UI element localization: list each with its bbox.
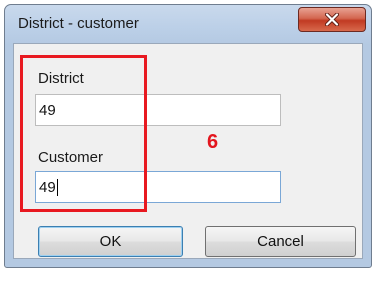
ok-button[interactable]: OK	[38, 226, 183, 257]
title-bar[interactable]: District - customer	[5, 5, 371, 43]
step-number: 6	[207, 131, 219, 153]
cancel-button-label: Cancel	[257, 233, 304, 250]
ok-button-label: OK	[99, 233, 122, 250]
window-title: District - customer	[18, 15, 139, 32]
cancel-button[interactable]: Cancel	[205, 226, 356, 257]
close-button[interactable]	[298, 7, 366, 32]
close-icon	[325, 13, 339, 26]
highlight-box	[20, 55, 147, 212]
